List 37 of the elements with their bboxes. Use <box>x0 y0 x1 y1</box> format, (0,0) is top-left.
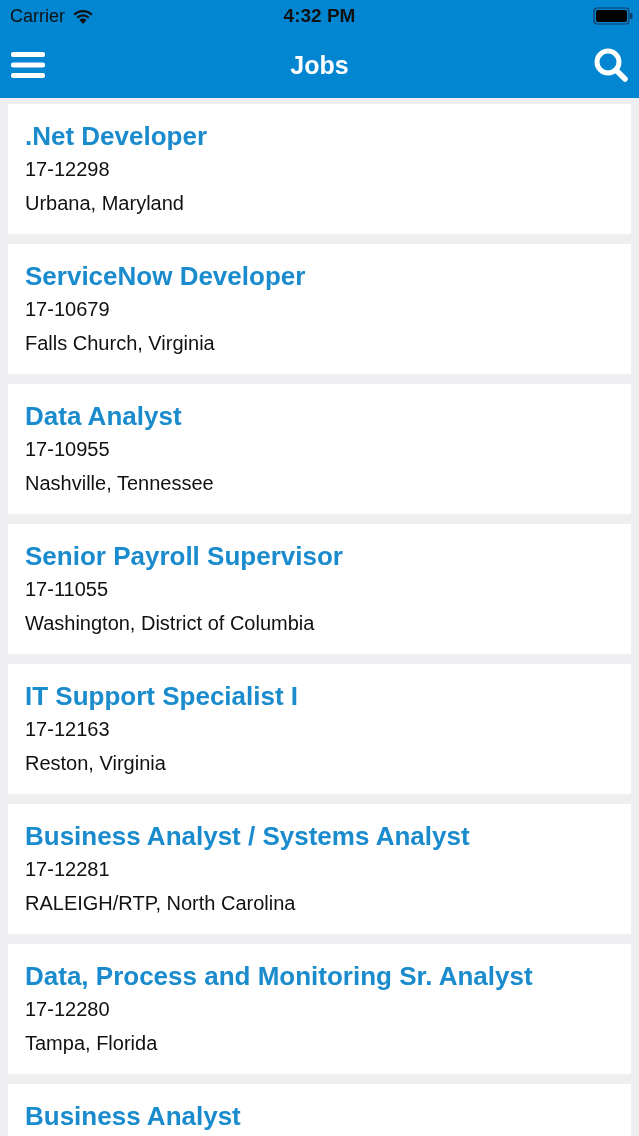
job-location: Falls Church, Virginia <box>25 331 216 356</box>
job-location: Urbana, Maryland <box>25 191 185 216</box>
search-button[interactable] <box>594 48 628 82</box>
wifi-icon <box>73 8 93 24</box>
job-card[interactable]: ServiceNow Developer 17-10679 Falls Church, Virginia <box>8 244 631 374</box>
battery-icon <box>593 7 633 25</box>
job-id: 17-12281 <box>25 857 111 882</box>
job-location: Washington, District of Columbia <box>25 611 316 636</box>
job-title: Business Analyst / Systems Analyst <box>25 820 471 852</box>
job-id: 17-10955 <box>25 437 111 462</box>
job-card[interactable]: Data, Process and Monitoring Sr. Analyst 17-12280 Tampa, Florida <box>8 944 631 1074</box>
job-id: 17-12163 <box>25 717 111 742</box>
job-title: Data, Process and Monitoring Sr. Analyst <box>25 960 534 992</box>
job-card[interactable]: Business Analyst / Systems Analyst 17-12281 RALEIGH/RTP, North Carolina <box>8 804 631 934</box>
job-title: .Net Developer <box>25 120 209 152</box>
job-id: 17-12298 <box>25 157 111 182</box>
job-card[interactable]: Senior Payroll Supervisor 17-11055 Washington, District of Columbia <box>8 524 631 654</box>
job-title: Senior Payroll Supervisor <box>25 540 344 572</box>
job-location: Reston, Virginia <box>25 751 167 776</box>
carrier-label: Carrier <box>10 5 65 27</box>
job-title: Business Analyst <box>25 1100 242 1132</box>
job-id: 17-11055 <box>25 577 110 602</box>
job-location: Tampa, Florida <box>25 1031 159 1056</box>
job-title: Data Analyst <box>25 400 183 432</box>
nav-title: Jobs <box>290 50 349 80</box>
menu-button[interactable] <box>11 51 45 79</box>
job-card[interactable]: Business Analyst <box>8 1084 631 1136</box>
job-id: 17-12280 <box>25 997 111 1022</box>
job-location: RALEIGH/RTP, North Carolina <box>25 891 297 916</box>
job-card[interactable]: .Net Developer 17-12298 Urbana, Maryland <box>8 104 631 234</box>
job-location: Nashville, Tennessee <box>25 471 215 496</box>
job-card[interactable]: Data Analyst 17-10955 Nashville, Tennessee <box>8 384 631 514</box>
job-card[interactable]: IT Support Specialist I 17-12163 Reston, Virginia <box>8 664 631 794</box>
job-title: ServiceNow Developer <box>25 260 307 292</box>
clock: 4:32 PM <box>283 5 356 27</box>
job-title: IT Support Specialist I <box>25 680 300 712</box>
job-id: 17-10679 <box>25 297 111 322</box>
